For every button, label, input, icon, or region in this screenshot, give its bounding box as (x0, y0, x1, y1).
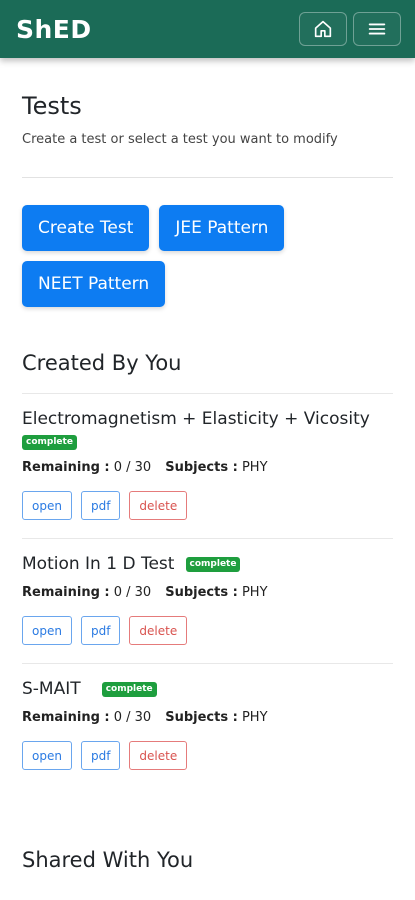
status-badge: complete (101, 682, 157, 697)
divider (22, 177, 393, 178)
open-button[interactable]: open (22, 616, 72, 645)
status-badge: complete (185, 557, 241, 572)
brand-logo[interactable]: ShED (16, 15, 92, 44)
test-item: Electromagnetism + Elasticity + Vicosity… (22, 393, 393, 538)
test-item: Motion In 1 D Test complete Remaining : … (22, 538, 393, 663)
test-meta: Remaining : 0 / 30 Subjects : PHY (22, 460, 393, 475)
home-icon (314, 20, 332, 38)
remaining-value: 0 / 30 (113, 585, 152, 600)
pdf-button[interactable]: pdf (80, 616, 121, 645)
test-name[interactable]: S-MAIT (22, 679, 81, 699)
pdf-button[interactable]: pdf (80, 741, 121, 770)
remaining-value: 0 / 30 (113, 460, 152, 475)
subjects-label: Subjects : (165, 710, 238, 725)
subjects-value: PHY (241, 460, 268, 475)
test-actions: Create Test JEE Pattern NEET Pattern (22, 205, 322, 307)
page-title: Tests (22, 92, 82, 120)
delete-button[interactable]: delete (129, 491, 188, 520)
jee-pattern-button[interactable]: JEE Pattern (159, 205, 285, 251)
test-item: S-MAIT complete Remaining : 0 / 30 Subje… (22, 663, 393, 788)
hamburger-menu-icon (368, 23, 386, 35)
main-content: Tests Create a test or select a test you… (0, 92, 415, 872)
open-button[interactable]: open (22, 491, 72, 520)
test-name[interactable]: Electromagnetism + Elasticity + Vicosity (22, 409, 370, 429)
subjects-label: Subjects : (165, 585, 238, 600)
remaining-value: 0 / 30 (113, 710, 152, 725)
top-navbar: ShED (0, 0, 415, 58)
test-actions-row: open pdf delete (22, 491, 393, 520)
subjects-value: PHY (241, 585, 268, 600)
test-meta: Remaining : 0 / 30 Subjects : PHY (22, 585, 393, 600)
page-subtitle: Create a test or select a test you want … (22, 132, 338, 147)
nav-buttons (299, 12, 401, 46)
test-meta: Remaining : 0 / 30 Subjects : PHY (22, 710, 393, 725)
remaining-label: Remaining : (22, 585, 110, 600)
open-button[interactable]: open (22, 741, 72, 770)
created-by-you-title: Created By You (22, 351, 182, 375)
subjects-label: Subjects : (165, 460, 238, 475)
subjects-value: PHY (241, 710, 268, 725)
test-name[interactable]: Motion In 1 D Test (22, 554, 174, 574)
pdf-button[interactable]: pdf (80, 491, 121, 520)
create-test-button[interactable]: Create Test (22, 205, 150, 251)
remaining-label: Remaining : (22, 710, 110, 725)
test-actions-row: open pdf delete (22, 616, 393, 645)
shared-with-you-title: Shared With You (22, 848, 194, 872)
neet-pattern-button[interactable]: NEET Pattern (22, 261, 166, 307)
delete-button[interactable]: delete (129, 616, 188, 645)
status-badge: complete (22, 435, 77, 450)
menu-button[interactable] (353, 12, 401, 46)
test-actions-row: open pdf delete (22, 741, 393, 770)
remaining-label: Remaining : (22, 460, 110, 475)
delete-button[interactable]: delete (129, 741, 188, 770)
home-button[interactable] (299, 12, 347, 46)
